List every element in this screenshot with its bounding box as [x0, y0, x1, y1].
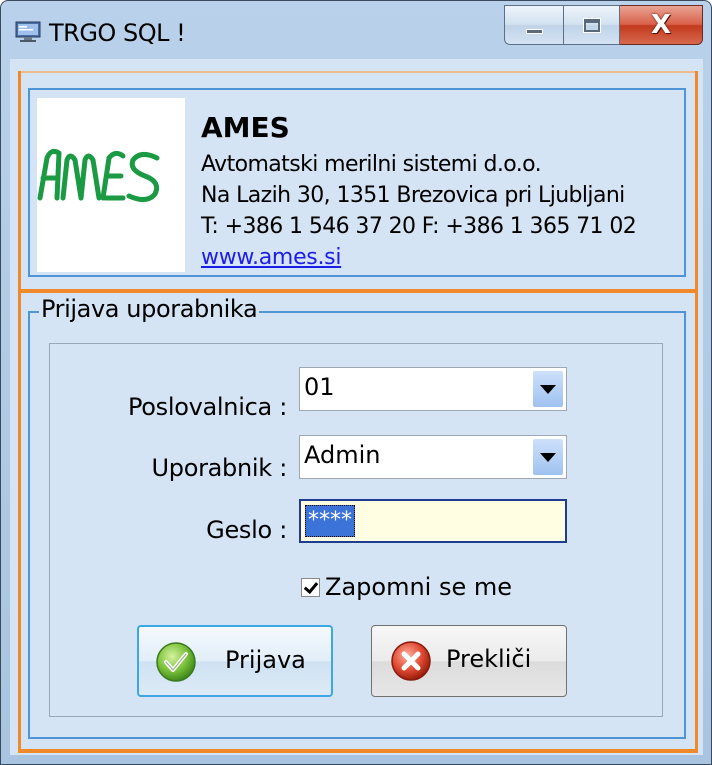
login-button[interactable]: Prijava: [137, 625, 333, 697]
login-button-label: Prijava: [225, 646, 306, 674]
remember-checkbox[interactable]: [301, 578, 320, 597]
password-value: ****: [305, 505, 355, 537]
monitor-icon: [15, 21, 41, 42]
section-divider: [18, 289, 698, 293]
check-icon: [156, 642, 196, 682]
close-icon: X: [650, 10, 672, 40]
branch-value: 01: [304, 373, 335, 401]
user-label: Uporabnik :: [151, 454, 288, 482]
login-window: TRGO SQL ! X AMES Avtomatski merilni sis…: [0, 0, 712, 765]
maximize-button[interactable]: [563, 5, 620, 45]
maximize-icon: [583, 18, 601, 33]
company-website-link[interactable]: www.ames.si: [201, 245, 341, 270]
ames-logo-icon: [37, 148, 160, 202]
cancel-icon: [391, 641, 431, 681]
login-group-title: Prijava uporabnika: [39, 295, 260, 323]
accent-line-right: [695, 71, 698, 753]
user-dropdown-button[interactable]: [533, 439, 563, 475]
branch-select[interactable]: 01: [299, 367, 567, 411]
company-address: Na Lazih 30, 1351 Brezovica pri Ljubljan…: [201, 183, 625, 208]
close-button[interactable]: X: [620, 5, 703, 45]
password-field[interactable]: ****: [299, 499, 567, 543]
remember-label[interactable]: Zapomni se me: [325, 573, 512, 601]
accent-line-bottom: [18, 749, 698, 753]
branch-dropdown-button[interactable]: [533, 371, 563, 407]
chevron-down-icon: [540, 453, 556, 462]
branch-label: Poslovalnica :: [127, 393, 287, 421]
user-select[interactable]: Admin: [299, 435, 567, 479]
company-logo: [37, 98, 185, 272]
cancel-button-label: Prekliči: [446, 645, 532, 673]
chevron-down-icon: [540, 385, 556, 394]
company-contact: T: +386 1 546 37 20 F: +386 1 365 71 02: [201, 214, 637, 239]
password-label: Geslo :: [206, 516, 287, 544]
title-bar[interactable]: TRGO SQL ! X: [1, 1, 711, 59]
window-title: TRGO SQL !: [49, 19, 186, 47]
accent-line-left: [18, 71, 21, 753]
cancel-button[interactable]: Prekliči: [371, 625, 567, 697]
accent-line-top: [18, 71, 698, 73]
company-description: Avtomatski merilni sistemi d.o.o.: [201, 152, 542, 177]
minimize-button[interactable]: [504, 5, 563, 45]
minimize-icon: [526, 29, 543, 34]
user-value: Admin: [304, 441, 381, 469]
company-name: AMES: [201, 111, 290, 144]
